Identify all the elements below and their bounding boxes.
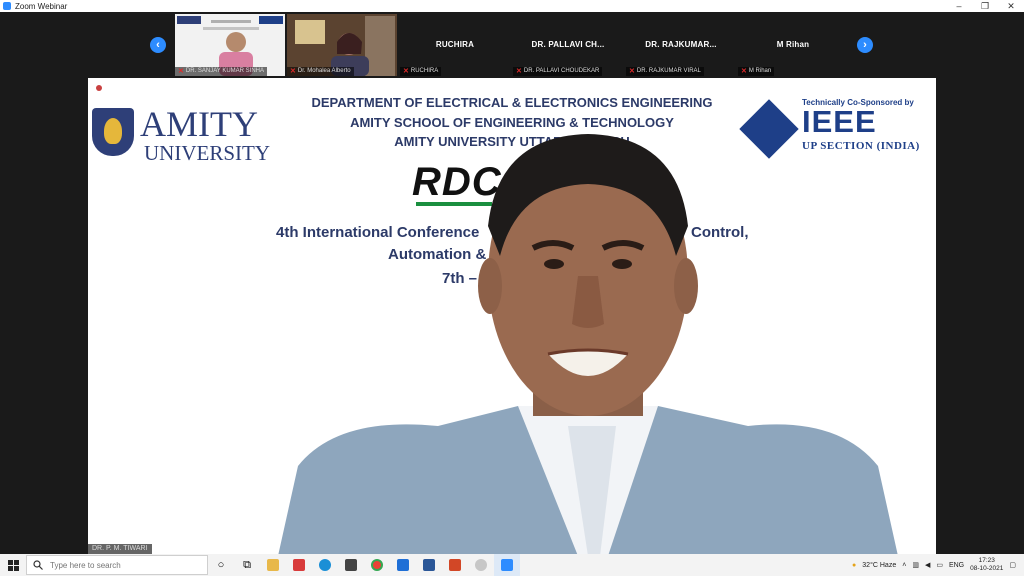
zoom-taskbar-icon[interactable] (494, 554, 520, 576)
powerpoint-icon[interactable] (442, 554, 468, 576)
window-controls: – ❐ ✕ (946, 0, 1024, 12)
participant-tile[interactable]: DR. RAJKUMAR... ✕ DR. RAJKUMAR VIRAL (626, 14, 736, 76)
cortana-icon[interactable]: ○ (208, 554, 234, 576)
participant-display-name: DR. PALLAVI CH... (531, 40, 605, 49)
speaker-figure (278, 134, 898, 554)
participant-name: RUCHIRA (410, 68, 439, 74)
participant-strip: ‹ ✕ DR. SANJAY KUMAR SINHA ✕ Dr. Mohalea… (0, 12, 1024, 78)
muted-mic-icon: ✕ (629, 68, 635, 75)
previous-page-button[interactable]: ‹ (150, 37, 166, 53)
store-icon[interactable] (286, 554, 312, 576)
clock-time: 17:23 (978, 557, 995, 564)
taskbar-clock[interactable]: 17:23 08-10-2021 (970, 557, 1003, 573)
window-title-bar: Zoom Webinar – ❐ ✕ (0, 0, 1024, 12)
notification-icon[interactable]: ▢ (1009, 561, 1016, 569)
system-tray: ● 32°C Haze ˄ ▥ ◀ ▭ ENG 17:23 08-10-2021… (852, 554, 1024, 576)
mail-icon[interactable] (390, 554, 416, 576)
muted-mic-icon: ✕ (516, 68, 522, 75)
participant-display-name: RUCHIRA (435, 40, 475, 49)
word-icon[interactable] (416, 554, 442, 576)
speaker-icon[interactable]: ◀ (925, 561, 930, 569)
participant-tile[interactable]: M Rihan ✕ M Rihan (738, 14, 848, 76)
bag-icon[interactable] (338, 554, 364, 576)
restore-button[interactable]: ❐ (972, 0, 998, 12)
participant-caption: ✕ DR. PALLAVI CHOUDEKAR (513, 67, 603, 76)
edge-icon[interactable] (312, 554, 338, 576)
participant-display-name: M Rihan (776, 40, 810, 49)
taskbar-search[interactable] (26, 555, 208, 575)
participant-caption: ✕ RUCHIRA (400, 67, 442, 76)
muted-mic-icon: ✕ (290, 68, 296, 75)
participant-tile[interactable]: ✕ DR. SANJAY KUMAR SINHA (175, 14, 285, 76)
participant-name: Dr. Mohalea Alberto (297, 68, 351, 74)
search-input[interactable] (48, 559, 202, 571)
participant-caption: ✕ Dr. Mohalea Alberto (287, 67, 354, 76)
participant-tile[interactable]: DR. PALLAVI CH... ✕ DR. PALLAVI CHOUDEKA… (513, 14, 623, 76)
windows-taskbar: ○ ⧉ ● 32°C Haze ˄ ▥ ◀ ▭ ENG 17:23 08-10-… (0, 554, 1024, 576)
participant-name: DR. RAJKUMAR VIRAL (636, 68, 701, 74)
chevron-up-icon[interactable]: ˄ (902, 562, 906, 569)
network-icon[interactable]: ▥ (912, 561, 919, 569)
participant-caption: ✕ DR. SANJAY KUMAR SINHA (175, 67, 268, 76)
speaker-name-label: DR. P. M. TIWARI (88, 544, 152, 554)
participant-tile[interactable]: ✕ Dr. Mohalea Alberto (287, 14, 397, 76)
language-indicator[interactable]: ENG (949, 562, 964, 569)
participant-display-name: DR. RAJKUMAR... (645, 40, 717, 49)
muted-mic-icon: ✕ (741, 68, 747, 75)
recording-icon (96, 85, 102, 91)
weather-icon: ● (852, 561, 857, 569)
active-speaker-video[interactable]: AMITY UNIVERSITY DEPARTMENT OF ELECTRICA… (88, 78, 936, 554)
next-page-button[interactable]: › (857, 37, 873, 53)
task-view-icon[interactable]: ⧉ (234, 554, 260, 576)
windows-logo-icon (7, 559, 19, 571)
participant-name: DR. PALLAVI CHOUDEKAR (523, 68, 600, 74)
muted-mic-icon: ✕ (178, 68, 184, 75)
participant-name: M Rihan (748, 68, 772, 74)
clock-date: 08-10-2021 (970, 565, 1004, 572)
battery-icon[interactable]: ▭ (936, 561, 943, 569)
paint-icon[interactable] (468, 554, 494, 576)
muted-mic-icon: ✕ (403, 68, 409, 75)
chrome-icon[interactable] (364, 554, 390, 576)
file-explorer-icon[interactable] (260, 554, 286, 576)
participant-tile[interactable]: RUCHIRA ✕ RUCHIRA (400, 14, 510, 76)
participant-caption: ✕ DR. RAJKUMAR VIRAL (626, 67, 704, 76)
participant-name: DR. SANJAY KUMAR SINHA (185, 68, 265, 74)
close-button[interactable]: ✕ (998, 0, 1024, 12)
start-button[interactable] (0, 554, 26, 576)
window-title: Zoom Webinar (15, 1, 68, 11)
minimize-button[interactable]: – (946, 0, 972, 12)
weather-text[interactable]: 32°C Haze (862, 562, 896, 569)
search-icon (33, 560, 43, 570)
zoom-app-icon (3, 2, 11, 10)
participant-caption: ✕ M Rihan (738, 67, 775, 76)
